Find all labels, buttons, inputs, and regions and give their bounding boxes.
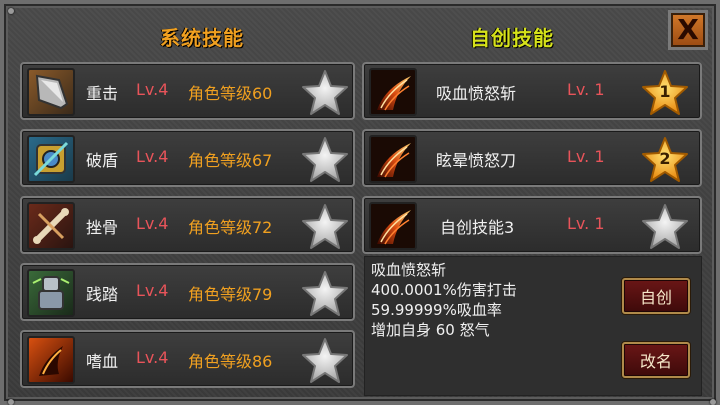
star-icon[interactable] — [300, 336, 350, 386]
skill-requirement: 角色等级86 — [188, 352, 273, 371]
skill-level: Lv. 1 — [567, 80, 605, 99]
blade-icon — [27, 68, 75, 116]
skill-requirement: 角色等级72 — [188, 218, 273, 237]
custom-skills-title: 自创技能 — [470, 26, 554, 50]
skill-level: Lv.4 — [136, 147, 169, 166]
close-button[interactable]: X — [668, 10, 708, 50]
skill-level: Lv. 1 — [567, 147, 605, 166]
skill-level: Lv.4 — [136, 348, 169, 367]
custom-skill-row[interactable]: 吸血愤怒斩 Lv. 1 1 — [362, 62, 702, 120]
skill-name: 嗜血 — [86, 352, 119, 371]
bone-break-icon — [27, 202, 75, 250]
system-skill-row[interactable]: 破盾 Lv.4 角色等级67 — [20, 129, 355, 187]
skill-name: 吸血愤怒斩 — [436, 84, 517, 103]
custom-skill-row[interactable]: 眩晕愤怒刀 Lv. 1 2 — [362, 129, 702, 187]
star-slot-number: 2 — [659, 149, 671, 168]
skill-level: Lv.4 — [136, 281, 169, 300]
star-icon[interactable] — [300, 68, 350, 118]
fire-slash-icon — [369, 202, 417, 250]
skill-name: 重击 — [86, 84, 119, 103]
description-title: 吸血愤怒斩 — [371, 261, 447, 279]
fire-slash-icon — [369, 135, 417, 183]
system-skills-title: 系统技能 — [160, 26, 244, 50]
star-icon[interactable] — [300, 135, 350, 185]
skill-name: 眩晕愤怒刀 — [436, 151, 517, 170]
description-line: 400.0001%伤害打击 — [371, 281, 517, 299]
system-skill-row[interactable]: 践踏 Lv.4 角色等级79 — [20, 263, 355, 321]
rivet — [8, 8, 14, 14]
skill-name: 自创技能3 — [440, 218, 515, 237]
skill-requirement: 角色等级79 — [188, 285, 273, 304]
system-skill-row[interactable]: 重击 Lv.4 角色等级60 — [20, 62, 355, 120]
skill-level: Lv.4 — [136, 214, 169, 233]
skill-requirement: 角色等级67 — [188, 151, 273, 170]
skill-requirement: 角色等级60 — [188, 84, 273, 103]
custom-skill-row[interactable]: 自创技能3 Lv. 1 — [362, 196, 702, 254]
star-slot-2[interactable]: 2 — [640, 135, 690, 185]
system-skill-row[interactable]: 挫骨 Lv.4 角色等级72 — [20, 196, 355, 254]
create-skill-button[interactable]: 自创 — [622, 278, 690, 314]
fire-slash-icon — [369, 68, 417, 116]
skill-level: Lv. 1 — [567, 214, 605, 233]
bloodlust-icon — [27, 336, 75, 384]
description-line: 增加自身 60 怒气 — [371, 321, 490, 339]
skill-name: 破盾 — [86, 151, 119, 170]
rivet — [8, 399, 14, 405]
close-icon: X — [677, 13, 699, 46]
stomp-knight-icon — [27, 269, 75, 317]
rivet — [710, 399, 716, 405]
system-skill-row[interactable]: 嗜血 Lv.4 角色等级86 — [20, 330, 355, 388]
rename-button[interactable]: 改名 — [622, 342, 690, 378]
description-line: 59.99999%吸血率 — [371, 301, 502, 319]
star-slot-number: 1 — [659, 82, 671, 101]
star-icon[interactable] — [640, 202, 690, 252]
shield-icon — [27, 135, 75, 183]
star-icon[interactable] — [300, 269, 350, 319]
skill-name: 挫骨 — [86, 218, 119, 237]
skill-level: Lv.4 — [136, 80, 169, 99]
star-slot-1[interactable]: 1 — [640, 68, 690, 118]
star-icon[interactable] — [300, 202, 350, 252]
skill-name: 践踏 — [86, 285, 119, 304]
